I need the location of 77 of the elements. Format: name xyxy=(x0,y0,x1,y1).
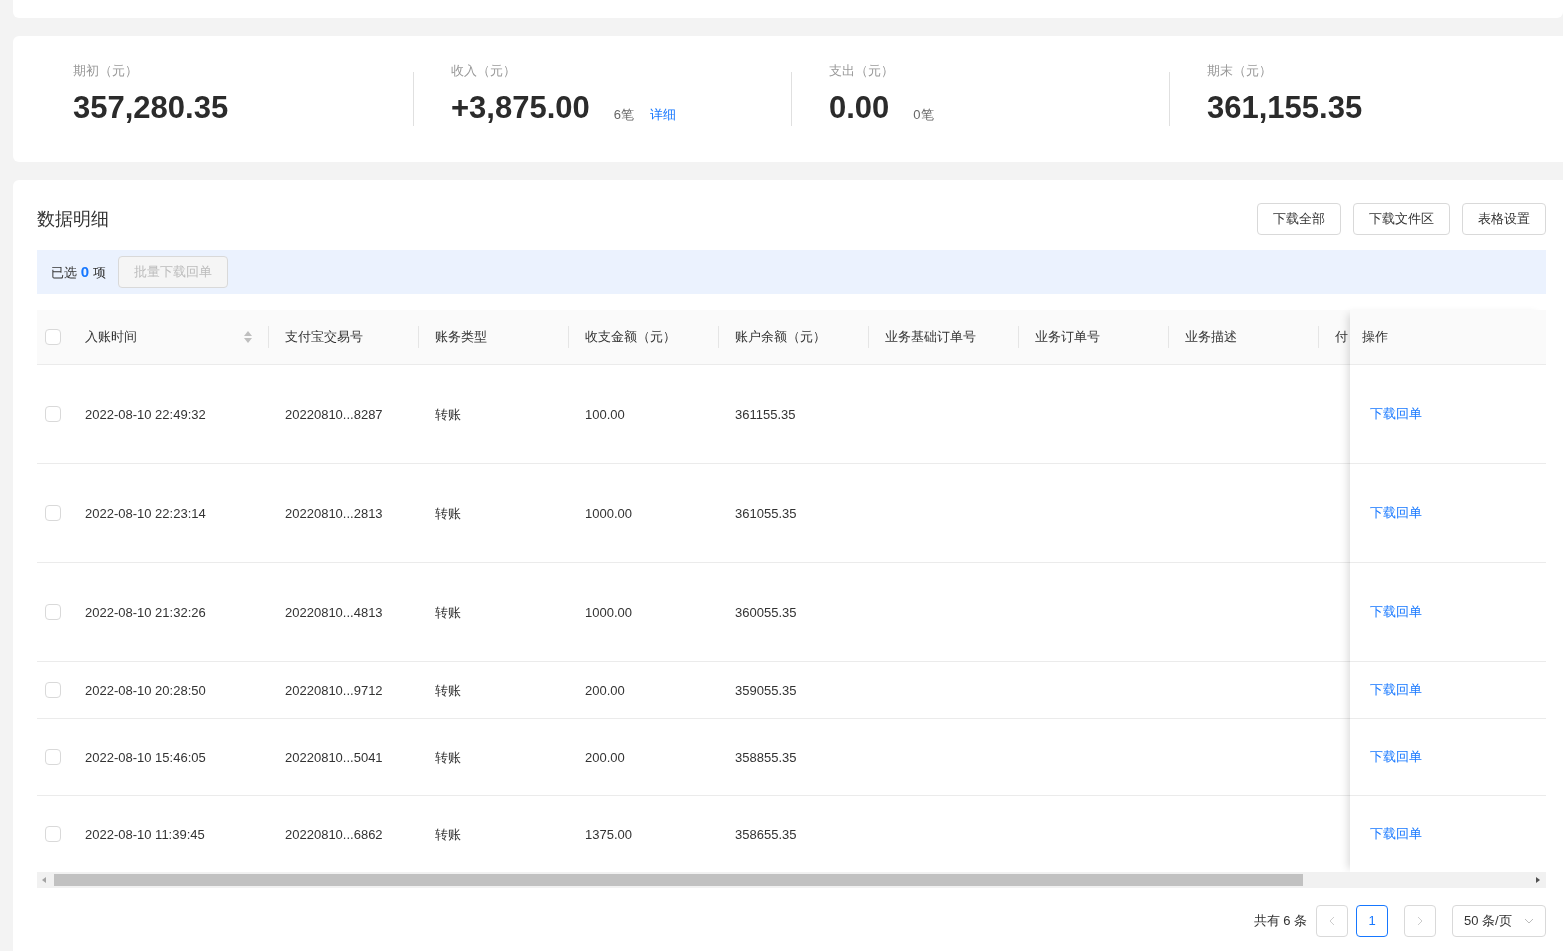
horizontal-scrollbar[interactable] xyxy=(37,872,1546,888)
section-title: 数据明细 xyxy=(37,207,109,231)
column-header: 收支金额（元） xyxy=(585,328,676,347)
row-checkbox[interactable] xyxy=(45,749,61,765)
table-cell: 转账 xyxy=(435,683,461,698)
table-cell: 1375.00 xyxy=(585,827,632,842)
toolbar-button[interactable]: 下载全部 xyxy=(1257,203,1341,235)
download-receipt-link[interactable]: 下载回单 xyxy=(1370,680,1422,700)
table-cell: 361055.35 xyxy=(735,506,797,521)
column-header: 入账时间 xyxy=(85,328,137,347)
column-header: 操作 xyxy=(1362,328,1388,347)
sort-icon[interactable] xyxy=(244,331,252,343)
table-cell: 360055.35 xyxy=(735,605,797,620)
page-size-select[interactable]: 50 条/页 xyxy=(1452,905,1546,937)
table-cell: 359055.35 xyxy=(735,683,797,698)
summary-amount: 357,280.35 xyxy=(73,90,229,126)
summary-label: 支出（元） xyxy=(829,62,895,80)
summary-amount: 361,155.35 xyxy=(1207,90,1363,126)
summary-amount: +3,875.00 xyxy=(451,90,590,126)
row-checkbox[interactable] xyxy=(45,406,61,422)
table-cell: 2022-08-10 20:28:50 xyxy=(85,683,206,698)
table-cell: 转账 xyxy=(435,827,461,842)
table-cell: 2022-08-10 11:39:45 xyxy=(85,827,205,842)
table-cell: 20220810...5041 xyxy=(285,750,383,765)
download-receipt-link[interactable]: 下载回单 xyxy=(1370,503,1422,523)
table-cell: 358855.35 xyxy=(735,750,797,765)
table-cell: 20220810...8287 xyxy=(285,407,383,422)
download-receipt-link[interactable]: 下载回单 xyxy=(1370,747,1422,767)
table-cell: 358655.35 xyxy=(735,827,797,842)
table-cell: 转账 xyxy=(435,506,461,521)
table-cell: 1000.00 xyxy=(585,506,632,521)
row-checkbox[interactable] xyxy=(45,826,61,842)
page-button[interactable]: 1 xyxy=(1356,905,1388,937)
table-cell: 转账 xyxy=(435,407,461,422)
table-cell: 361155.35 xyxy=(735,407,796,422)
column-header: 账户余额（元） xyxy=(735,328,826,347)
summary-label: 收入（元） xyxy=(451,62,517,80)
column-header: 付 xyxy=(1335,328,1348,347)
table-cell: 20220810...4813 xyxy=(285,605,383,620)
summary-label: 期初（元） xyxy=(73,62,139,80)
summary-label: 期末（元） xyxy=(1207,62,1273,80)
row-checkbox[interactable] xyxy=(45,604,61,620)
table-cell: 2022-08-10 21:32:26 xyxy=(85,605,206,620)
chevron-left-icon xyxy=(1329,916,1335,926)
table-cell: 200.00 xyxy=(585,750,625,765)
column-header: 支付宝交易号 xyxy=(285,328,363,347)
table-cell: 20220810...6862 xyxy=(285,827,383,842)
table-cell: 转账 xyxy=(435,750,461,765)
count-text: 0笔 xyxy=(913,105,934,124)
table-cell: 2022-08-10 22:23:14 xyxy=(85,506,206,521)
table-cell: 20220810...2813 xyxy=(285,506,383,521)
table-cell: 100.00 xyxy=(585,407,625,422)
table-cell: 2022-08-10 22:49:32 xyxy=(85,407,206,422)
column-header: 业务描述 xyxy=(1185,328,1237,347)
download-receipt-link[interactable]: 下载回单 xyxy=(1370,824,1422,844)
toolbar-button[interactable]: 下载文件区 xyxy=(1353,203,1450,235)
total-count-text: 共有 6 条 xyxy=(1253,912,1307,931)
column-header: 业务订单号 xyxy=(1035,328,1100,347)
download-receipt-link[interactable]: 下载回单 xyxy=(1370,404,1422,424)
table-cell: 200.00 xyxy=(585,683,625,698)
count-text: 6笔 xyxy=(613,105,634,124)
table-cell: 2022-08-10 15:46:05 xyxy=(85,750,206,765)
chevron-right-icon xyxy=(1417,916,1423,926)
download-receipt-link[interactable]: 下载回单 xyxy=(1370,602,1422,622)
toolbar-button[interactable]: 表格设置 xyxy=(1462,203,1546,235)
column-header: 业务基础订单号 xyxy=(885,328,976,347)
table-cell: 转账 xyxy=(435,605,461,620)
detail-link[interactable]: 详细 xyxy=(650,104,676,124)
chevron-down-icon xyxy=(1524,918,1534,924)
selected-count-text: 已选 0 项 xyxy=(51,261,106,282)
table-cell: 20220810...9712 xyxy=(285,683,383,698)
row-checkbox[interactable] xyxy=(45,329,61,345)
table-cell: 1000.00 xyxy=(585,605,632,620)
column-header: 账务类型 xyxy=(435,328,487,347)
row-checkbox[interactable] xyxy=(45,682,61,698)
row-checkbox[interactable] xyxy=(45,505,61,521)
summary-amount: 0.00 xyxy=(829,90,890,126)
